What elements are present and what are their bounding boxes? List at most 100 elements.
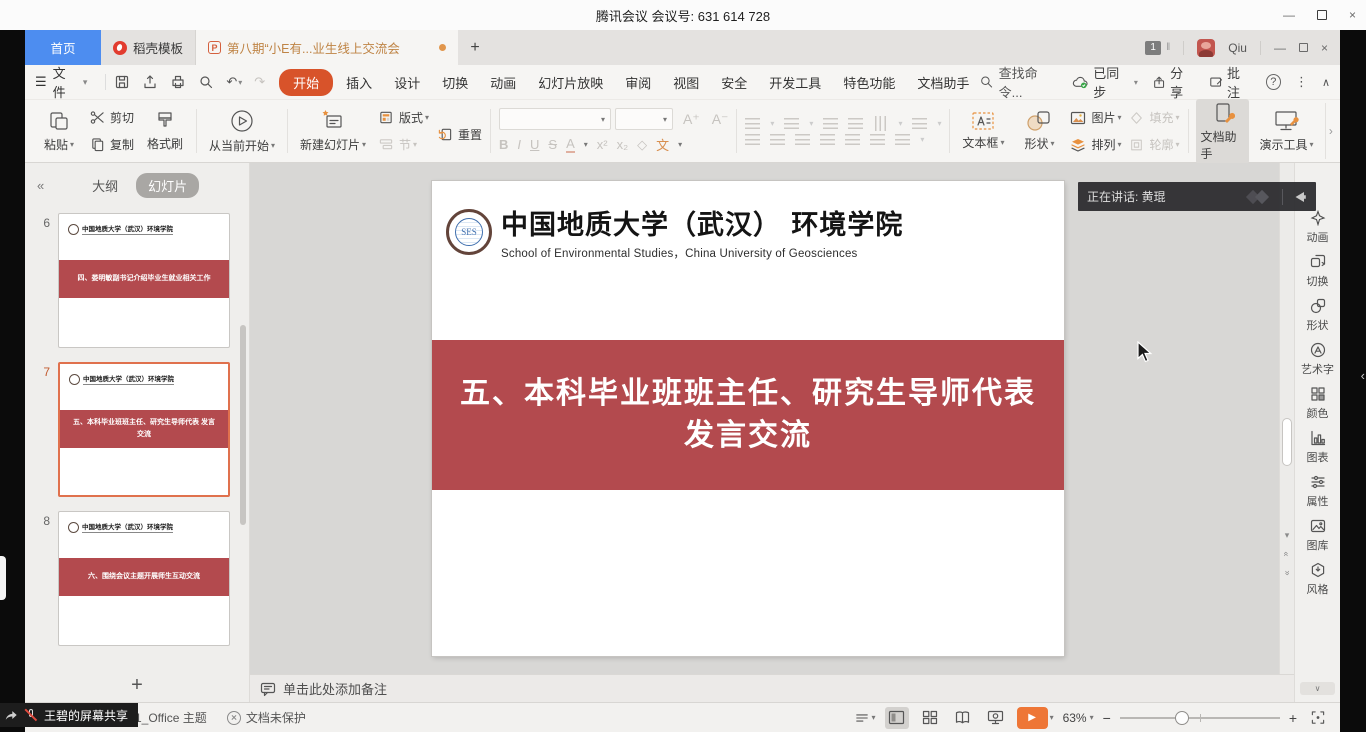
ribbon-tab-design[interactable]: 设计 — [383, 70, 431, 95]
reading-view-button[interactable] — [951, 707, 975, 729]
play-options-icon[interactable]: ▾ — [1050, 713, 1054, 722]
present-tools-button[interactable]: 演示工具▾ — [1257, 107, 1315, 155]
picture-button[interactable]: 图片▾ — [1070, 107, 1121, 129]
format-painter-button[interactable]: 格式刷 — [142, 108, 188, 154]
collapse-meeting-panel-icon[interactable]: ‹ — [1361, 368, 1365, 383]
ribbon-tab-developer[interactable]: 开发工具 — [758, 70, 832, 95]
more-menu-icon[interactable]: ⋮ — [1295, 74, 1308, 90]
message-count-badge[interactable]: 1 — [1145, 41, 1161, 55]
sidebar-item-animation[interactable]: 动画 — [1307, 210, 1329, 245]
zoom-out-button[interactable]: − — [1103, 710, 1111, 726]
play-slideshow-button[interactable]: ▶ — [1017, 707, 1048, 729]
sidebar-item-shapes[interactable]: 形状 — [1307, 298, 1329, 333]
ribbon-tab-transition[interactable]: 切换 — [431, 70, 479, 95]
normal-view-button[interactable] — [885, 707, 909, 729]
ribbon-overflow-button[interactable]: › — [1325, 103, 1336, 159]
comment-button[interactable]: 批注 — [1209, 63, 1252, 101]
wps-restore-icon[interactable] — [1299, 43, 1308, 52]
ribbon-tab-security[interactable]: 安全 — [710, 70, 758, 95]
zoom-slider[interactable] — [1120, 711, 1280, 725]
wps-minimize-icon[interactable]: — — [1274, 41, 1286, 55]
sidebar-item-wordart[interactable]: 艺术字 — [1301, 342, 1334, 377]
zoom-slider-knob[interactable] — [1175, 711, 1189, 725]
sync-status-button[interactable]: 已同步 ▾ — [1072, 63, 1138, 101]
slide-thumbnail-8[interactable]: 中国地质大学（武汉）环境学院 六、围绕会议主题开展师生互动交流 — [58, 511, 230, 646]
tab-outline[interactable]: 大纲 — [82, 173, 128, 198]
new-tab-button[interactable]: + — [458, 30, 492, 65]
play-from-current-button[interactable]: 从当前开始▾ — [205, 106, 279, 156]
tab-home[interactable]: 首页 — [25, 30, 101, 65]
ribbon-tab-features[interactable]: 特色功能 — [832, 70, 906, 95]
arrange-button[interactable]: 排列▾ — [1070, 134, 1121, 156]
save-icon[interactable] — [114, 74, 130, 90]
reset-button[interactable]: 重置 — [437, 124, 482, 146]
ribbon-tab-insert[interactable]: 插入 — [335, 70, 383, 95]
scroll-down-icon[interactable]: ▾ — [1280, 528, 1294, 542]
vertical-scrollbar[interactable]: ▾ « « — [1279, 163, 1294, 674]
layout-button[interactable]: 版式▾ — [378, 107, 429, 129]
sidebar-item-style[interactable]: 风格 — [1307, 562, 1329, 597]
user-avatar[interactable] — [1197, 39, 1215, 57]
ribbon-tab-doc-assistant[interactable]: 文档助手 — [906, 70, 980, 95]
copy-button[interactable]: 复制 — [90, 134, 134, 156]
zoom-in-button[interactable]: + — [1289, 710, 1297, 726]
slide-number: 8 — [25, 511, 58, 646]
collapse-panel-icon[interactable]: « — [37, 178, 44, 193]
print-icon[interactable] — [170, 74, 186, 90]
new-slide-button[interactable]: 新建幻灯片▾ — [296, 107, 370, 155]
shapes-button[interactable]: 形状▾ — [1016, 108, 1062, 154]
slide-sorter-button[interactable] — [918, 707, 942, 729]
next-slide-icon[interactable]: « — [1280, 566, 1294, 580]
notes-bar[interactable]: 单击此处添加备注 — [250, 674, 1294, 702]
tab-slides[interactable]: 幻灯片 — [136, 173, 199, 198]
new-slide-icon — [320, 109, 346, 133]
ribbon-tab-home[interactable]: 开始 — [279, 69, 333, 96]
wps-close-icon[interactable]: × — [1321, 41, 1328, 55]
previous-slide-icon[interactable]: « — [1280, 547, 1294, 561]
current-slide[interactable]: SES 中国地质大学（武汉） 环境学院 School of Environmen… — [432, 181, 1064, 656]
doc-assistant-button[interactable]: 文档助手 — [1196, 99, 1249, 164]
screen-share-indicator[interactable]: 王碧的屏幕共享 — [0, 703, 138, 727]
zoom-level-button[interactable]: 63% ▾ — [1063, 711, 1094, 725]
protection-status[interactable]: 文档未保护 — [227, 709, 306, 726]
titlebar-right: 1 ‖ Qiu — × — [1145, 30, 1340, 65]
slide-thumbnail-6[interactable]: 中国地质大学（武汉）环境学院 四、娄明敏副书记介绍毕业生就业相关工作 — [58, 213, 230, 348]
slideshow-view-button[interactable] — [984, 707, 1008, 729]
slide-thumbnail-7-selected[interactable]: 中国地质大学（武汉）环境学院 五、本科毕业班班主任、研究生导师代表 发言交流 — [58, 362, 230, 497]
textbox-button[interactable]: 文本框▾ — [958, 109, 1008, 153]
paste-button[interactable]: 粘贴▾ — [36, 107, 82, 155]
notes-toggle-button[interactable]: ▾ — [854, 711, 876, 725]
section-icon — [378, 137, 394, 152]
ribbon-tab-slideshow[interactable]: 幻灯片放映 — [527, 70, 614, 95]
sidebar-item-properties[interactable]: 属性 — [1307, 474, 1329, 509]
fit-slide-button[interactable] — [1306, 707, 1330, 729]
meeting-restore-icon[interactable] — [1317, 10, 1327, 20]
meeting-close-icon[interactable]: × — [1349, 8, 1356, 22]
ribbon-tab-view[interactable]: 视图 — [662, 70, 710, 95]
undo-button[interactable]: ↶ ▾ — [226, 74, 242, 90]
collapse-ribbon-icon[interactable]: ∧ — [1322, 76, 1330, 89]
help-button[interactable]: ? — [1266, 74, 1281, 90]
sidebar-item-colors[interactable]: 颜色 — [1307, 386, 1329, 421]
add-slide-button[interactable]: + — [25, 668, 249, 702]
print-preview-icon[interactable] — [198, 74, 214, 90]
thumbnail-scrollbar[interactable] — [240, 325, 246, 525]
find-command-box[interactable]: 查找命令... — [980, 63, 1058, 101]
theme-label[interactable]: 1_Office 主题 — [135, 709, 207, 726]
export-icon[interactable] — [142, 74, 158, 90]
ribbon-tab-review[interactable]: 审阅 — [614, 70, 662, 95]
tab-current-document[interactable]: P 第八期“小E有...业生线上交流会 — [196, 30, 458, 65]
tab-docer-templates[interactable]: 稻壳模板 — [101, 30, 196, 65]
ribbon-tab-animation[interactable]: 动画 — [479, 70, 527, 95]
collapse-sidebar-button[interactable]: ∨ — [1300, 682, 1335, 695]
return-arrow-icon[interactable] — [1291, 190, 1307, 204]
scrollbar-thumb[interactable] — [1282, 418, 1292, 466]
file-menu[interactable]: ☰ 文件 ▾ — [35, 63, 87, 101]
share-button[interactable]: 分享 — [1152, 63, 1195, 101]
slideshow-group: 从当前开始▾ — [198, 103, 286, 159]
sidebar-item-charts[interactable]: 图表 — [1307, 430, 1329, 465]
meeting-minimize-icon[interactable]: — — [1283, 8, 1295, 22]
sidebar-item-transition[interactable]: 切换 — [1307, 254, 1329, 289]
cut-button[interactable]: 剪切 — [90, 107, 134, 129]
sidebar-item-gallery[interactable]: 图库 — [1307, 518, 1329, 553]
